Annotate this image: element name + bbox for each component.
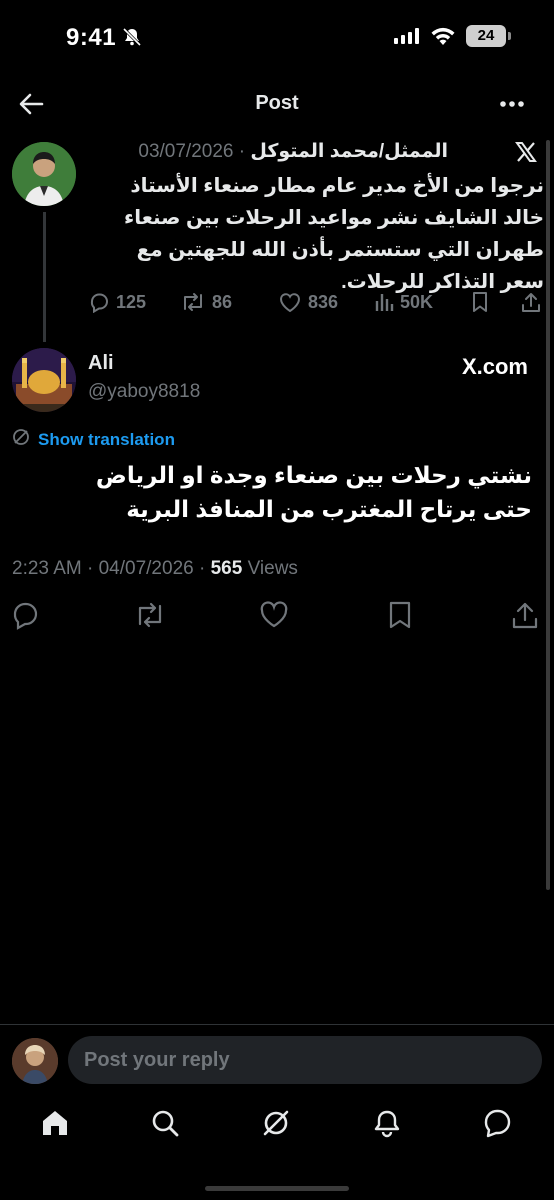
parent-separator: ·: [238, 141, 246, 162]
meta-separator-1: ·: [87, 558, 94, 579]
post-text: نشتي رحلات بين صنعاء وجدة او الرياض حتى …: [95, 462, 532, 522]
parent-post-actions: 125 86 836 50K: [88, 288, 544, 316]
parent-author-avatar[interactable]: [12, 142, 76, 206]
reply-input[interactable]: [68, 1036, 542, 1084]
post-header: Post: [0, 80, 554, 130]
parent-like-button[interactable]: 836: [278, 288, 338, 316]
status-time: 9:41: [66, 24, 117, 51]
parent-repost-button[interactable]: 86: [180, 288, 232, 316]
like-icon[interactable]: [259, 600, 291, 632]
post-meta: 2:23 AM · 04/07/2026 · 565 Views: [12, 558, 298, 580]
views-chart-icon: [374, 291, 394, 313]
parent-reply-count: 125: [116, 291, 147, 312]
battery-level: 24: [466, 25, 506, 47]
notifications-icon[interactable]: [372, 1108, 404, 1140]
parent-post-date: 03/07/2026: [138, 141, 234, 162]
share-icon[interactable]: [510, 600, 542, 632]
author-avatar[interactable]: [12, 348, 76, 412]
battery-tip: [508, 32, 511, 40]
show-translation-label: Show translation: [38, 429, 175, 449]
bookmark-icon[interactable]: [386, 600, 418, 632]
reply-icon[interactable]: [10, 600, 42, 632]
parent-like-count: 836: [308, 291, 339, 312]
views-count: 565: [210, 558, 243, 579]
parent-author-meta: الممثل/محمد المتوكل · 03/07/2026: [88, 140, 448, 168]
grok-icon[interactable]: [261, 1108, 293, 1140]
x-logo-icon: [514, 140, 542, 168]
parent-bookmark-button[interactable]: [470, 288, 490, 316]
more-options-icon[interactable]: [498, 92, 528, 116]
like-icon: [278, 291, 302, 313]
source-watermark: X.com: [461, 354, 528, 379]
messages-icon[interactable]: [482, 1108, 514, 1140]
post-time: 2:23 AM: [12, 558, 82, 579]
page-title: Post: [255, 92, 299, 114]
views-label: Views: [247, 558, 298, 579]
status-bar: 9:41 24: [0, 0, 554, 72]
parent-repost-count: 86: [212, 291, 233, 312]
post-actions: [0, 600, 554, 632]
search-icon[interactable]: [150, 1108, 182, 1140]
translate-icon: [12, 428, 30, 451]
bottom-navigation: [0, 1102, 554, 1152]
thread-line: [43, 212, 46, 342]
meta-separator-2: ·: [198, 558, 206, 579]
home-indicator: [205, 1186, 349, 1191]
parent-view-count: 50K: [400, 291, 434, 312]
post-date: 04/07/2026: [98, 558, 194, 579]
reply-divider: [0, 1024, 554, 1025]
repost-icon[interactable]: [134, 600, 166, 632]
current-user-avatar[interactable]: [12, 1038, 58, 1084]
wifi-icon: [430, 26, 456, 51]
parent-views-button[interactable]: 50K: [374, 288, 433, 316]
cellular-signal-icon: [394, 28, 420, 49]
parent-share-button[interactable]: [520, 288, 542, 316]
reply-icon: [88, 291, 110, 313]
parent-author-name[interactable]: الممثل/محمد المتوكل: [250, 141, 448, 162]
show-translation-button[interactable]: Show translation: [12, 428, 175, 451]
silent-bell-icon: [122, 27, 142, 52]
share-icon: [520, 291, 542, 313]
parent-post-text: نرجوا من الأخ مدير عام مطار صنعاء الأستا…: [123, 175, 544, 293]
bookmark-icon: [470, 291, 490, 313]
author-handle[interactable]: @yaboy8818: [88, 381, 200, 403]
scrollbar[interactable]: [546, 140, 550, 890]
author-name[interactable]: Ali: [88, 352, 114, 375]
repost-icon: [180, 291, 206, 313]
home-icon[interactable]: [40, 1108, 72, 1140]
parent-reply-button[interactable]: 125: [88, 288, 146, 316]
